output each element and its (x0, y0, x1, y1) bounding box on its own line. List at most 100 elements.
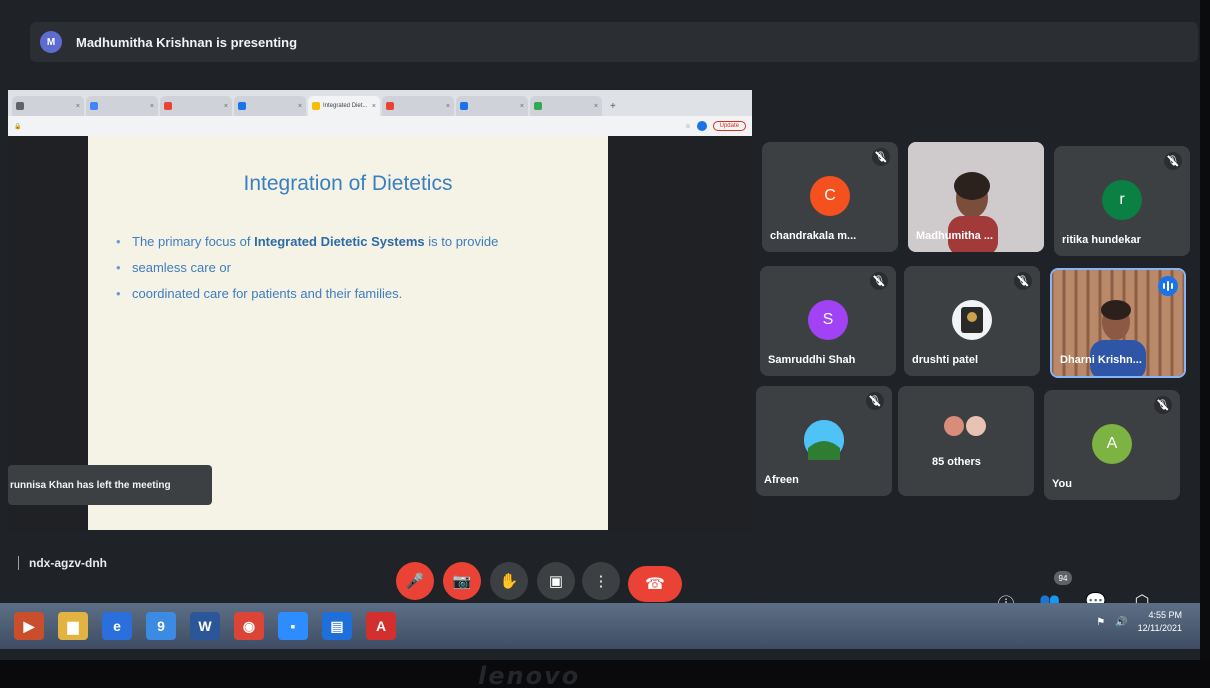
tab-close-icon: × (223, 102, 228, 110)
slide-bullet: seamless care or (116, 260, 596, 275)
tab-favicon-icon (534, 102, 542, 110)
participant-tile[interactable]: r ritika hundekar 🎙 (1054, 146, 1190, 256)
mic-muted-icon: 🎙 (1154, 396, 1172, 414)
mic-muted-icon: 🎙 (870, 272, 888, 290)
browser-tab: × (160, 96, 232, 116)
tab-favicon-icon (386, 102, 394, 110)
tab-favicon-icon (312, 102, 320, 110)
more-vert-icon: ⋮ (593, 573, 609, 590)
participant-name: You (1052, 478, 1072, 490)
clock[interactable]: 4:55 PM 12/11/2021 (1138, 609, 1182, 635)
participant-tile[interactable]: Dharni Krishn... (1050, 268, 1186, 378)
leave-call-button[interactable]: ☎ (628, 566, 682, 602)
participant-name: Samruddhi Shah (768, 354, 856, 366)
mic-muted-icon: 🎙 (866, 392, 884, 410)
participant-tile[interactable]: Afreen 🎙 (756, 386, 892, 496)
participant-name: Madhumitha ... (916, 230, 993, 242)
participant-avatar (804, 420, 844, 460)
browser-tab: Integrated Diet... × (308, 96, 380, 116)
tab-favicon-icon (238, 102, 246, 110)
windows-taskbar: ▶ ▆ e 9 W ◉ ▪ ▤ A ⚑ 🔊 4:55 PM 12/11/2021 (0, 603, 1200, 649)
profile-icon (696, 121, 707, 131)
browser-tab: × (382, 96, 454, 116)
word-icon[interactable]: W (190, 612, 220, 640)
participant-name: 85 others (932, 456, 981, 468)
presenting-banner: M Madhumitha Krishnan is presenting (30, 22, 1198, 62)
participant-name: Afreen (764, 474, 799, 486)
monitor-bezel: lenovo (0, 660, 1210, 688)
participant-avatar (952, 300, 992, 340)
tab-close-icon: × (445, 102, 450, 110)
tab-close-icon: × (593, 102, 598, 110)
participant-name: chandrakala m... (770, 230, 857, 242)
mic-muted-icon: 🎙 (1164, 152, 1182, 170)
participant-avatar: r (1102, 180, 1142, 220)
others-avatars-icon (944, 416, 986, 436)
left-meeting-toast: runnisa Khan has left the meeting (8, 465, 212, 505)
date-text: 12/11/2021 (1137, 623, 1182, 633)
participant-tile[interactable]: S Samruddhi Shah 🎙 (760, 266, 896, 376)
slide-title: Integration of Dietetics (243, 172, 453, 195)
bullet-text: is to provide (424, 234, 499, 249)
tab-close-icon: × (149, 102, 154, 110)
participant-tile[interactable]: Cchandrakala m... 🎙 (762, 142, 898, 252)
browser-tab: × (86, 96, 158, 116)
tab-close-icon: × (519, 102, 524, 110)
browser-tab: × (456, 96, 528, 116)
participant-avatar: S (808, 300, 848, 340)
monitor-logo: lenovo (478, 662, 581, 688)
presenter-avatar: M (40, 31, 62, 53)
mic-muted-icon: 🎙 (872, 148, 890, 166)
tab-favicon-icon (90, 102, 98, 110)
flag-icon[interactable]: ⚑ (1096, 617, 1105, 628)
present-icon: ▣ (548, 573, 564, 590)
tab-close-icon: × (371, 102, 376, 110)
mic-muted-icon: 🎙 (1014, 272, 1032, 290)
mic-button[interactable]: 🎤 (396, 562, 434, 600)
speaking-indicator-icon (1158, 276, 1178, 296)
outlook-icon[interactable]: ▤ (322, 612, 352, 640)
browser-tabstrip: × × × × Integrated Diet... × × × × + (8, 90, 752, 116)
tab-close-icon: × (75, 102, 80, 110)
people-count-badge: 94 (1054, 571, 1072, 585)
browser-tab: × (234, 96, 306, 116)
update-button: Update (712, 121, 746, 131)
participant-tile[interactable]: Madhumitha ... (908, 142, 1044, 252)
chrome-icon[interactable]: ◉ (234, 612, 264, 640)
tab-close-icon: × (297, 102, 302, 110)
browser-tab: × (530, 96, 602, 116)
participant-tile[interactable]: 85 others (898, 386, 1034, 496)
participant-tile[interactable]: A You 🎙 (1044, 390, 1180, 500)
tab-favicon-icon (460, 102, 468, 110)
shared-screen: × × × × Integrated Diet... × × × × + 🔒 ☆ Update I… (8, 90, 752, 530)
participant-tile[interactable]: drushti patel 🎙 (904, 266, 1040, 376)
participant-name: Dharni Krishn... (1060, 354, 1142, 366)
acrobat-icon[interactable]: A (366, 612, 396, 640)
meeting-code: ndx-agzv-dnh (18, 556, 107, 570)
star-icon: ☆ (685, 123, 691, 130)
participant-avatar: A (1092, 424, 1132, 464)
screen: M Madhumitha Krishnan is presenting × × × ×… (0, 0, 1200, 660)
slide-bullets: The primary focus of Integrated Dietetic… (116, 234, 596, 312)
participant-name: drushti patel (912, 354, 979, 366)
present-button[interactable]: ▣ (537, 562, 575, 600)
volume-icon[interactable]: 🔊 (1115, 617, 1127, 628)
camera-button[interactable]: 📷 (443, 562, 481, 600)
bullet-text: The primary focus of (132, 234, 255, 249)
tab-label: Integrated Diet... (323, 103, 368, 109)
ie-browser-icon[interactable]: e (102, 612, 132, 640)
app-icon[interactable]: 9 (146, 612, 176, 640)
system-tray: ⚑ 🔊 4:55 PM 12/11/2021 (1096, 609, 1182, 635)
raise-hand-button[interactable]: ✋ (490, 562, 528, 600)
file-explorer-icon[interactable]: ▆ (58, 612, 88, 640)
camera-off-icon: 📷 (452, 573, 472, 590)
tab-favicon-icon (164, 102, 172, 110)
hang-up-icon: ☎ (645, 576, 665, 593)
media-player-icon[interactable]: ▶ (14, 612, 44, 640)
slide-bullet: The primary focus of Integrated Dietetic… (116, 234, 596, 249)
participant-avatar: C (810, 176, 850, 216)
more-options-button[interactable]: ⋮ (582, 562, 620, 600)
time-text: 4:55 PM (1148, 610, 1182, 620)
presenting-text: Madhumitha Krishnan is presenting (76, 34, 298, 50)
zoom-icon[interactable]: ▪ (278, 612, 308, 640)
